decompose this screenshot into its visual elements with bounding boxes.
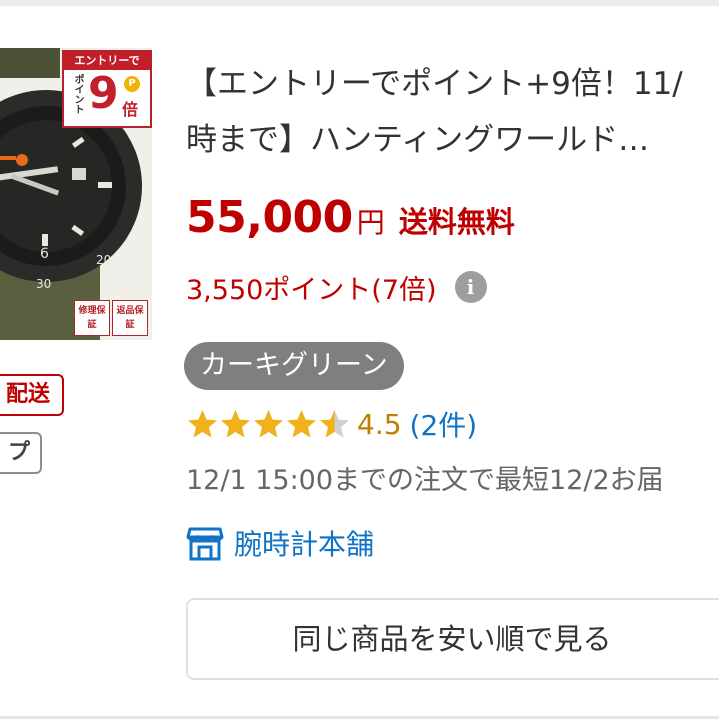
product-title-line-1: 【エントリーでポイント+9倍！11/ bbox=[186, 66, 683, 102]
shop-link[interactable]: 腕時計本舗 bbox=[186, 520, 374, 566]
badge-point-label: ポイント bbox=[72, 74, 83, 114]
price-currency: 円 bbox=[356, 206, 385, 239]
star-icon bbox=[320, 409, 349, 437]
svg-text:6: 6 bbox=[40, 246, 49, 262]
sort-by-cheapest-button[interactable]: 同じ商品を安い順で見る bbox=[186, 598, 719, 680]
shipping-tag: 配送 bbox=[0, 374, 64, 416]
point-p-icon: P bbox=[124, 76, 140, 92]
price-value: 55,000 bbox=[186, 192, 353, 243]
svg-text:30: 30 bbox=[36, 277, 51, 291]
shop-name: 腕時計本舗 bbox=[234, 528, 375, 561]
points-row: 3,550ポイント(7倍) i bbox=[186, 264, 487, 310]
repair-guarantee-badge: 修理保証 bbox=[74, 300, 110, 336]
entry-point-badge: エントリーで ポイント 9 P 倍 bbox=[62, 50, 152, 128]
product-title-line-2: 時まで】ハンティングワールド… bbox=[186, 122, 650, 158]
star-icon bbox=[221, 409, 250, 437]
info-icon[interactable]: i bbox=[454, 271, 487, 303]
product-title[interactable]: 【エントリーでポイント+9倍！11/ 時まで】ハンティングワールド… bbox=[186, 56, 719, 168]
shop-type-tag: プ bbox=[0, 432, 42, 474]
free-shipping-label: 送料無料 bbox=[398, 205, 515, 239]
top-divider bbox=[0, 0, 719, 6]
price-row: 55,000 円 送料無料 bbox=[186, 192, 515, 252]
points-value: 3,550ポイント(7倍) bbox=[186, 274, 437, 306]
star-icon bbox=[188, 409, 217, 437]
svg-text:20: 20 bbox=[96, 253, 111, 267]
badge-times-label: 倍 bbox=[122, 100, 139, 119]
badge-multiplier: 9 bbox=[88, 68, 119, 119]
variant-chip[interactable]: カーキグリーン bbox=[184, 342, 404, 390]
rating-value: 4.5 bbox=[357, 407, 402, 441]
rating-row[interactable]: 4.5 (2件) bbox=[186, 402, 477, 446]
star-icon bbox=[254, 409, 283, 437]
review-count-link[interactable]: (2件) bbox=[410, 404, 478, 444]
store-icon bbox=[186, 527, 224, 561]
delivery-info: 12/1 15:00までの注文で最短12/2お届 bbox=[186, 465, 664, 496]
star-rating bbox=[186, 408, 351, 441]
return-guarantee-badge: 返品保証 bbox=[112, 300, 148, 336]
star-icon bbox=[287, 409, 316, 437]
